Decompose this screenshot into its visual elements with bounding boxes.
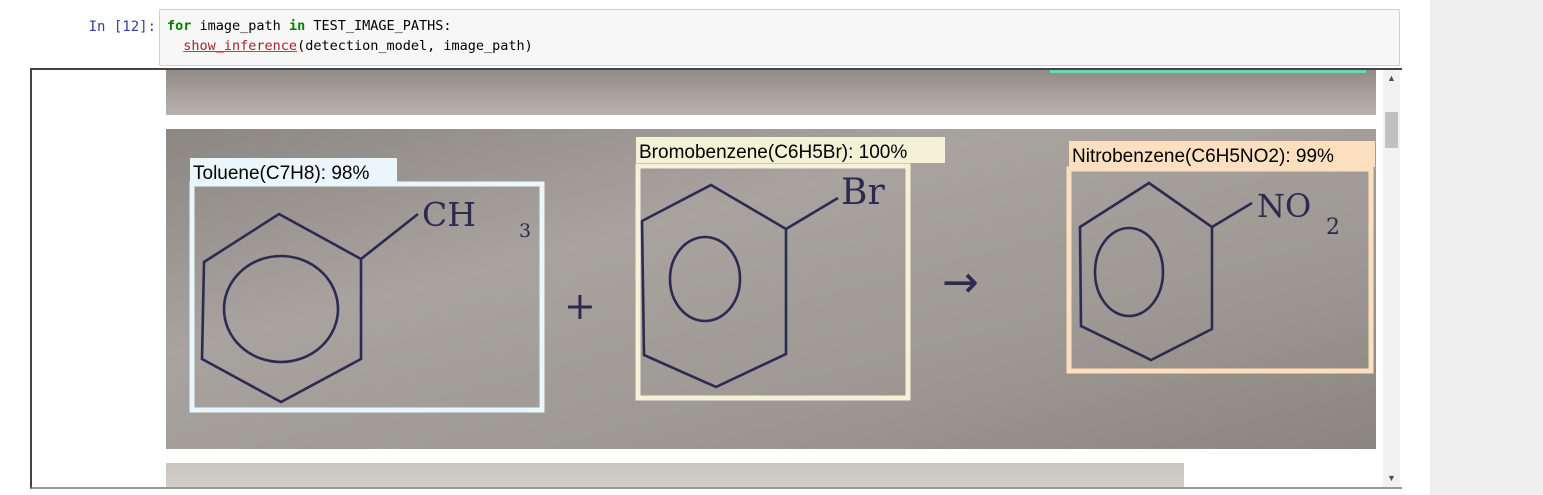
detection-box-edge (1050, 70, 1366, 73)
ch3-handwriting: CH (422, 195, 476, 234)
output-image-next (166, 463, 1184, 487)
reaction-arrow: → (942, 257, 979, 308)
nitrobenzene-label: Nitrobenzene(C6H5NO2): 99% (1072, 146, 1334, 167)
code-line-2: show_inference(detection_model, image_pa… (167, 36, 1392, 56)
ch3-subscript: 3 (519, 220, 531, 242)
iterable: TEST_IMAGE_PATHS: (305, 18, 452, 34)
output-area[interactable]: Toluene(C7H8): 98% CH 3 + Bromobenzene(C… (30, 68, 1402, 489)
no2-handwriting: NO (1257, 187, 1311, 225)
keyword-for: for (167, 18, 192, 34)
scroll-up-icon[interactable]: ▲ (1383, 70, 1400, 87)
bromobenzene-label: Bromobenzene(C6H5Br): 100% (639, 142, 907, 163)
scroll-down-icon[interactable]: ▼ (1383, 470, 1400, 487)
output-scrollbar[interactable]: ▲ ▼ (1383, 70, 1400, 487)
right-gutter (1430, 0, 1543, 495)
scroll-thumb[interactable] (1385, 112, 1398, 148)
code-line-1: for image_path in TEST_IMAGE_PATHS: (167, 16, 1392, 36)
output-image-previous (166, 70, 1376, 115)
toluene-label: Toluene(C7H8): 98% (193, 163, 369, 184)
loop-variable: image_path (191, 18, 289, 34)
br-handwriting: Br (841, 172, 885, 213)
function-args: (detection_model, image_path) (297, 38, 533, 54)
code-cell-input[interactable]: for image_path in TEST_IMAGE_PATHS: show… (159, 9, 1400, 66)
input-prompt: In [12]: (88, 19, 156, 35)
output-image-detections: Toluene(C7H8): 98% CH 3 + Bromobenzene(C… (166, 129, 1376, 449)
plus-sign: + (564, 284, 596, 328)
function-name: show_inference (183, 38, 298, 54)
no2-subscript: 2 (1326, 215, 1340, 240)
keyword-in: in (288, 18, 306, 34)
notebook-page: In [12]: for image_path in TEST_IMAGE_PA… (0, 0, 1430, 495)
